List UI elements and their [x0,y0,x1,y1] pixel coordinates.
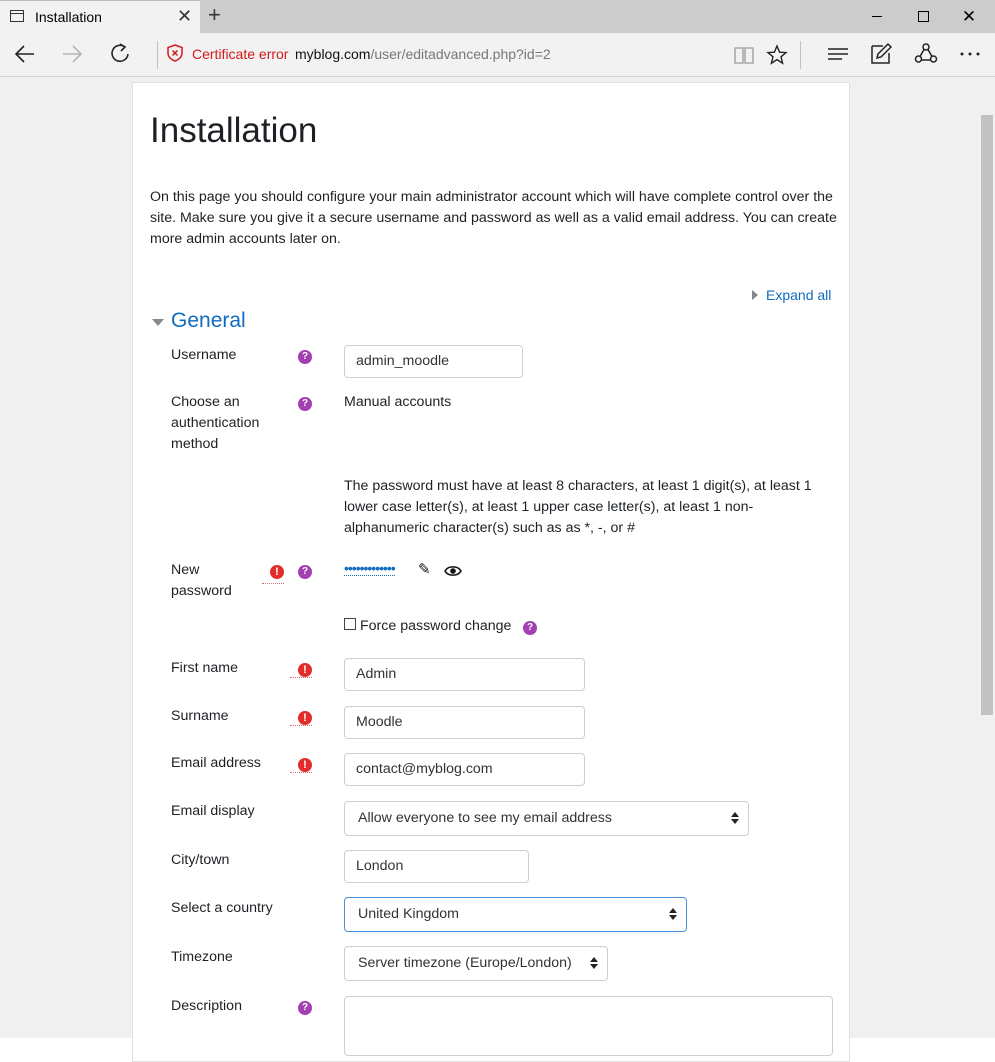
hub-icon[interactable] [826,44,850,66]
new-password-help-icon[interactable]: ? [298,565,312,579]
country-select[interactable]: United Kingdom [344,897,687,932]
required-underline [290,772,312,773]
auth-method-help-icon[interactable]: ? [298,397,312,411]
username-input[interactable]: admin_moodle [344,345,523,378]
required-icon: ! [298,663,312,677]
expand-caret-icon [752,290,758,300]
description-label: Description [171,998,242,1014]
force-password-change-checkbox[interactable] [344,618,356,630]
required-icon: ! [298,758,312,772]
page-title: Installation [150,111,318,150]
timezone-label: Timezone [171,949,233,965]
reading-view-icon[interactable] [733,44,755,66]
city-input[interactable]: London [344,850,529,883]
timezone-select[interactable]: Server timezone (Europe/London) [344,946,608,981]
email-display-value: Allow everyone to see my email address [358,810,612,826]
expand-all-label: Expand all [766,287,832,303]
surname-input[interactable]: Moodle [344,706,585,739]
url-field[interactable]: myblog.com/user/editadvanced.php?id=2 [295,46,551,62]
email-display-select[interactable]: Allow everyone to see my email address [344,801,749,836]
refresh-icon[interactable] [108,41,132,67]
address-bar: Certificate error myblog.com/user/editad… [0,33,995,77]
username-label: Username [171,347,237,363]
shield-x-icon[interactable] [166,44,184,62]
country-value: United Kingdom [358,906,459,922]
section-general-title[interactable]: General [171,309,246,333]
required-icon: ! [270,565,284,579]
more-icon[interactable] [958,42,982,66]
force-password-change-label[interactable]: Force password change [360,616,511,637]
eye-icon[interactable] [444,564,462,578]
certificate-error-label[interactable]: Certificate error [192,46,288,62]
star-icon[interactable] [766,44,788,66]
scrollbar-thumb[interactable] [981,115,993,715]
close-tab-icon[interactable]: ✕ [177,6,192,26]
url-host: myblog.com [295,46,371,62]
pencil-icon[interactable]: ✎ [418,562,431,578]
tab-title: Installation [35,9,102,25]
select-arrows-icon [590,956,598,970]
close-window-button[interactable]: ✕ [946,0,992,33]
surname-label: Surname [171,708,229,724]
first-name-label: First name [171,660,239,676]
new-tab-icon[interactable]: + [208,3,221,27]
email-display-label: Email display [171,803,255,819]
select-arrows-icon [731,811,739,825]
auth-method-value: Manual accounts [344,394,452,410]
force-password-help-icon[interactable]: ? [523,621,537,635]
description-help-icon[interactable]: ? [298,1001,312,1015]
required-underline [290,677,312,678]
browser-tab[interactable]: Installation ✕ [0,0,200,33]
required-icon: ! [298,711,312,725]
page-tab-icon [10,10,24,22]
description-textarea[interactable] [344,996,833,1056]
email-input[interactable]: contact@myblog.com [344,753,585,786]
required-underline [290,725,312,726]
required-underline [262,583,284,584]
password-rules-text: The password must have at least 8 charac… [344,478,812,536]
first-name-input[interactable]: Admin [344,658,585,691]
auth-method-label: Choose an authentication method [171,394,260,452]
country-label: Select a country [171,900,273,916]
address-separator [157,41,158,69]
expand-all-link[interactable]: Expand all [752,287,831,303]
username-help-icon[interactable]: ? [298,350,312,364]
city-label: City/town [171,852,230,868]
share-icon[interactable] [914,42,938,66]
new-password-label: New password [171,562,232,599]
intro-text: On this page you should configure your m… [150,189,837,247]
new-password-masked-value[interactable]: ••••••••••••• [344,561,396,576]
collapse-caret-icon[interactable] [152,319,164,326]
select-arrows-icon [669,907,677,921]
url-path: /user/editadvanced.php?id=2 [370,46,551,62]
email-label: Email address [171,755,261,771]
web-note-icon[interactable] [869,42,893,66]
minimize-button[interactable] [854,0,900,33]
maximize-button[interactable] [900,0,946,33]
tab-bar: Installation ✕ + ✕ [0,0,995,33]
forward-arrow-icon[interactable] [61,41,83,67]
toolbar-separator [800,41,801,69]
back-arrow-icon[interactable] [14,41,36,67]
timezone-value: Server timezone (Europe/London) [358,955,572,971]
